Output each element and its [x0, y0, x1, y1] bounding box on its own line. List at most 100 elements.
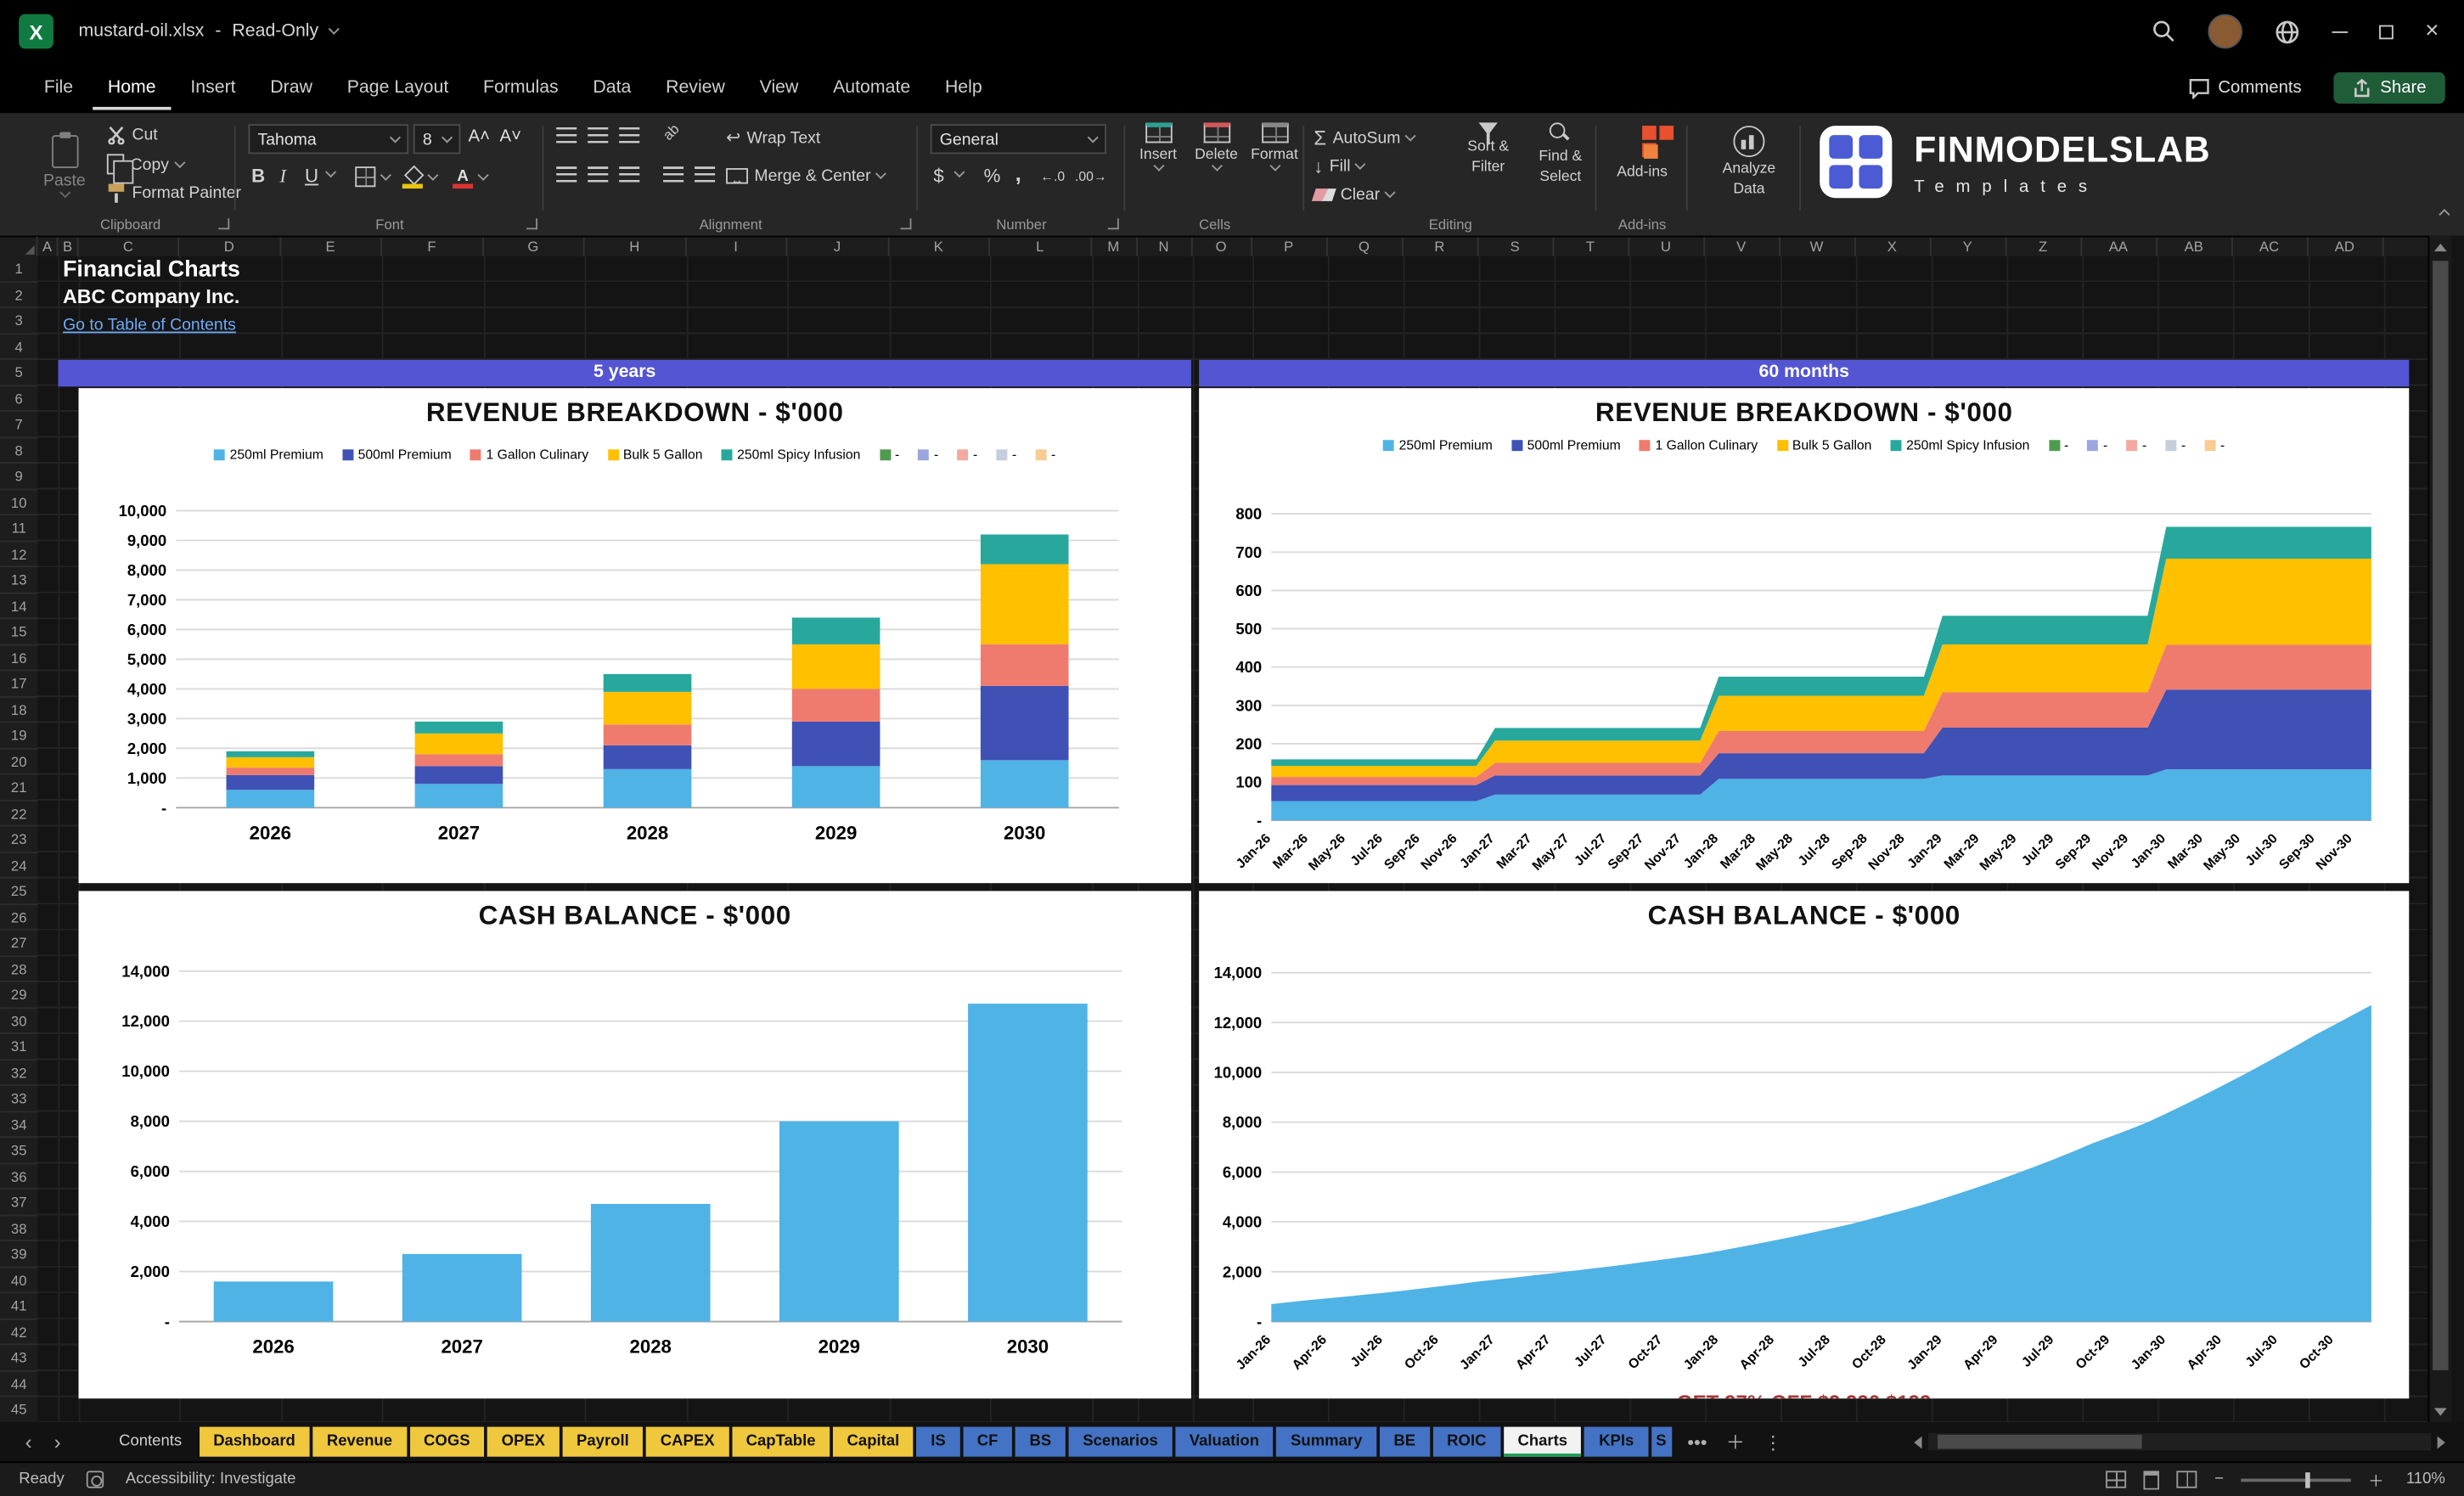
cell-link[interactable]: Go to Table of Contents [63, 316, 236, 335]
column-header-z[interactable]: Z [2006, 237, 2082, 258]
sheet-tab-revenue[interactable]: Revenue [312, 1426, 407, 1457]
accounting-format-button[interactable] [933, 165, 943, 187]
font-color-button[interactable] [453, 166, 489, 189]
increase-decimal-button[interactable] [1040, 168, 1065, 184]
row-header-33[interactable]: 33 [0, 1086, 38, 1112]
column-header-ad[interactable]: AD [2308, 237, 2383, 258]
row-header-18[interactable]: 18 [0, 697, 38, 723]
zoom-slider[interactable] [2241, 1471, 2351, 1488]
sheet-tab-s[interactable]: S [1651, 1426, 1672, 1457]
sheet-tab-kpis[interactable]: KPIs [1584, 1426, 1648, 1457]
comments-button[interactable]: Comments [2177, 71, 2314, 104]
column-header-c[interactable]: C [79, 237, 179, 258]
menu-tab-formulas[interactable]: Formulas [467, 66, 574, 110]
row-header-3[interactable]: 3 [0, 308, 38, 335]
row-header-23[interactable]: 23 [0, 827, 38, 853]
column-header-g[interactable]: G [483, 237, 585, 258]
underline-button[interactable] [305, 165, 318, 187]
row-header-20[interactable]: 20 [0, 749, 38, 775]
column-header-x[interactable]: X [1855, 237, 1931, 258]
ribbon-collapse-button[interactable] [2439, 198, 2450, 226]
insert-cells-button[interactable]: Insert [1132, 122, 1185, 172]
column-header-h[interactable]: H [584, 237, 686, 258]
row-header-2[interactable]: 2 [0, 282, 38, 308]
font-name-select[interactable]: Tahoma [248, 124, 409, 155]
clipboard-dialog-launcher[interactable] [218, 218, 230, 230]
column-header-s[interactable]: S [1478, 237, 1554, 258]
bold-button[interactable] [251, 165, 265, 187]
comma-style-button[interactable] [1015, 160, 1021, 186]
scroll-down-icon[interactable] [2429, 1400, 2451, 1422]
menu-tab-data[interactable]: Data [577, 66, 647, 110]
row-header-34[interactable]: 34 [0, 1111, 38, 1138]
delete-cells-button[interactable]: Delete [1190, 122, 1243, 172]
vertical-scrollbar[interactable] [2427, 235, 2452, 1422]
sheet-tab-charts[interactable]: Charts [1503, 1426, 1582, 1457]
cut-button[interactable]: Cut [107, 126, 158, 145]
column-header-u[interactable]: U [1629, 237, 1705, 258]
column-header-y[interactable]: Y [1931, 237, 2006, 258]
scroll-left-icon[interactable] [1914, 1435, 1922, 1448]
decrease-indent-button[interactable] [663, 166, 684, 183]
decrease-decimal-button[interactable] [1075, 168, 1107, 184]
menu-tab-home[interactable]: Home [92, 66, 172, 110]
column-header-j[interactable]: J [787, 237, 889, 258]
horizontal-scrollbar[interactable] [1914, 1432, 2445, 1451]
row-header-36[interactable]: 36 [0, 1164, 38, 1190]
share-button[interactable]: Share [2332, 72, 2445, 104]
row-header-16[interactable]: 16 [0, 645, 38, 672]
sheet-nav-left-icon[interactable]: ‹ [25, 1430, 32, 1454]
row-header-24[interactable]: 24 [0, 852, 38, 879]
chart-revenue-breakdown-5y[interactable]: REVENUE BREAKDOWN - $'000 250ml Premium 5… [78, 388, 1191, 884]
column-header-r[interactable]: R [1403, 237, 1478, 258]
row-header-41[interactable]: 41 [0, 1293, 38, 1319]
row-header-39[interactable]: 39 [0, 1241, 38, 1268]
format-cells-button[interactable]: Format [1248, 122, 1302, 172]
row-header-7[interactable]: 7 [0, 412, 38, 438]
align-top-button[interactable] [556, 127, 577, 143]
column-header-k[interactable]: K [889, 237, 991, 258]
zoom-in-button[interactable]: ＋ [2368, 1468, 2384, 1491]
align-right-button[interactable] [619, 166, 640, 183]
alignment-dialog-launcher[interactable] [900, 218, 912, 230]
paste-button[interactable]: Paste [31, 120, 98, 211]
row-header-45[interactable]: 45 [0, 1397, 38, 1422]
align-bottom-button[interactable] [619, 127, 640, 143]
column-header-o[interactable]: O [1192, 237, 1252, 258]
row-header-38[interactable]: 38 [0, 1216, 38, 1242]
menu-tab-file[interactable]: File [28, 66, 88, 110]
row-header-35[interactable]: 35 [0, 1138, 38, 1164]
vertical-scrollbar-thumb[interactable] [2433, 261, 2449, 1370]
accounting-chevron-icon[interactable] [954, 166, 965, 178]
column-header-i[interactable]: I [686, 237, 788, 258]
sheet-tab-scenarios[interactable]: Scenarios [1068, 1426, 1173, 1457]
row-header-13[interactable]: 13 [0, 567, 38, 593]
column-header-f[interactable]: F [382, 237, 484, 258]
sheet-tab-captable[interactable]: CapTable [731, 1426, 830, 1457]
more-sheets-icon[interactable]: ••• [1687, 1431, 1707, 1453]
number-dialog-launcher[interactable] [1107, 218, 1119, 230]
close-button[interactable]: × [2425, 19, 2439, 42]
copy-button[interactable]: Copy [106, 154, 185, 184]
sheet-tab-be[interactable]: BE [1379, 1426, 1430, 1457]
accessibility-status[interactable]: Accessibility: Investigate [126, 1471, 296, 1488]
column-header-aa[interactable]: AA [2081, 237, 2157, 258]
decrease-font-button[interactable]: A˅ [500, 127, 524, 146]
row-header-42[interactable]: 42 [0, 1319, 38, 1346]
column-header-e[interactable]: E [280, 237, 382, 258]
column-header-t[interactable]: T [1554, 237, 1629, 258]
sheet-tab-bs[interactable]: BS [1015, 1426, 1066, 1457]
row-header-5[interactable]: 5 [0, 360, 38, 386]
column-header-m[interactable]: M [1091, 237, 1138, 258]
sheet-tab-cf[interactable]: CF [963, 1426, 1013, 1457]
format-painter-button[interactable]: Format Painter [107, 183, 241, 203]
column-header-ac[interactable]: AC [2232, 237, 2308, 258]
row-header-29[interactable]: 29 [0, 982, 38, 1009]
row-header-21[interactable]: 21 [0, 774, 38, 801]
analyze-data-button[interactable]: Analyze Data [1710, 126, 1789, 198]
new-sheet-button[interactable]: ＋ [1726, 1428, 1745, 1454]
zoom-level[interactable]: 110% [2401, 1471, 2445, 1488]
row-header-37[interactable]: 37 [0, 1189, 38, 1216]
font-dialog-launcher[interactable] [526, 218, 537, 230]
sheet-nav-right-icon[interactable]: › [54, 1430, 61, 1454]
